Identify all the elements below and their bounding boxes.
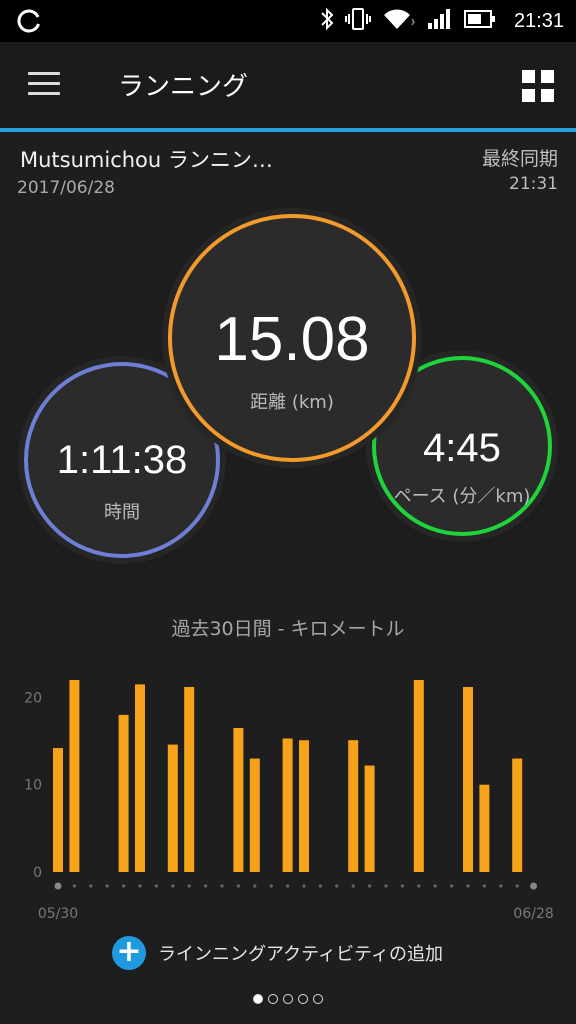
signal-icon — [426, 7, 454, 35]
x-start-label: 05/30 — [38, 906, 78, 922]
day-marker — [530, 882, 538, 890]
day-marker — [54, 882, 62, 890]
pace-label: ペース (分／km) — [393, 486, 531, 507]
chart-bar[interactable] — [249, 758, 260, 872]
y-tick-label: 10 — [24, 778, 42, 794]
day-marker — [433, 884, 437, 888]
y-tick-label: 0 — [33, 865, 42, 881]
chart-bar[interactable] — [135, 684, 145, 872]
page-dot[interactable] — [298, 994, 308, 1004]
chart-bar[interactable] — [282, 738, 293, 872]
day-marker — [368, 884, 372, 888]
page-dot[interactable] — [268, 994, 278, 1004]
chart-bar[interactable] — [463, 686, 473, 872]
day-marker — [384, 884, 388, 888]
chart-bar[interactable] — [413, 680, 424, 872]
add-activity-button[interactable]: + ラインニングアクティビティの追加 — [112, 936, 443, 970]
chart-bar[interactable] — [348, 740, 359, 872]
page-dot[interactable] — [283, 994, 293, 1004]
day-marker — [269, 884, 273, 888]
day-marker — [286, 884, 290, 888]
day-marker — [253, 884, 257, 888]
chart-bar[interactable] — [167, 744, 178, 872]
day-marker — [138, 884, 142, 888]
distance-label: 距離 (km) — [250, 392, 334, 413]
day-marker — [122, 884, 126, 888]
chart-bar[interactable] — [299, 740, 309, 872]
plus-icon: + — [112, 936, 146, 970]
time-value: 1:11:38 — [56, 438, 188, 482]
activity-date: 2017/06/28 — [17, 178, 115, 198]
distance-bar-chart[interactable]: 0 10 20 05/30 06/28 — [0, 660, 576, 930]
sync-icon — [16, 8, 42, 38]
page-dot[interactable] — [253, 994, 263, 1004]
chart-bar[interactable] — [184, 686, 195, 872]
day-marker — [335, 884, 339, 888]
day-marker — [302, 884, 306, 888]
day-marker — [318, 884, 322, 888]
day-marker — [450, 884, 454, 888]
day-marker — [351, 884, 355, 888]
activity-name[interactable]: Mutsumichou ランニン… — [20, 144, 273, 174]
distance-stat-circle[interactable]: 15.08 距離 (km) — [168, 214, 416, 462]
page-dot[interactable] — [313, 994, 323, 1004]
day-marker — [154, 884, 158, 888]
chart-bar[interactable] — [364, 765, 375, 872]
day-marker — [187, 884, 191, 888]
app-bar: ランニング — [0, 42, 576, 128]
pace-value: 4:45 — [423, 426, 501, 470]
bluetooth-icon — [320, 7, 334, 35]
chart-bar[interactable] — [512, 758, 523, 872]
day-marker — [171, 884, 175, 888]
distance-value: 15.08 — [214, 305, 370, 374]
y-tick-label: 20 — [24, 690, 42, 706]
day-marker — [417, 884, 421, 888]
day-marker — [515, 884, 519, 888]
day-marker — [204, 884, 208, 888]
chart-bar[interactable] — [479, 784, 490, 872]
day-marker — [72, 884, 76, 888]
add-activity-label: ラインニングアクティビティの追加 — [158, 944, 443, 965]
menu-icon[interactable] — [28, 72, 60, 96]
status-time: 21:31 — [513, 9, 564, 32]
battery-icon — [463, 8, 496, 34]
page-title: ランニング — [118, 72, 249, 102]
chart-bar[interactable] — [233, 728, 244, 872]
day-marker — [220, 884, 224, 888]
day-marker — [466, 884, 470, 888]
grid-view-icon[interactable] — [522, 70, 554, 102]
page-indicator — [0, 994, 576, 1004]
chart-bar[interactable] — [69, 680, 80, 872]
chart-bar[interactable] — [53, 748, 63, 872]
day-marker — [482, 884, 486, 888]
x-end-label: 06/28 — [513, 906, 553, 922]
vibrate-icon — [344, 7, 372, 35]
day-marker — [89, 884, 93, 888]
last-sync-label: 最終同期 — [481, 148, 558, 170]
chart-title: 過去30日間 - キロメートル — [171, 618, 405, 640]
accent-divider — [0, 128, 576, 132]
day-marker — [400, 884, 404, 888]
day-marker — [236, 884, 240, 888]
status-bar: 21:31 — [0, 0, 576, 42]
last-sync-time: 21:31 — [509, 174, 558, 194]
day-marker — [105, 884, 109, 888]
wifi-icon — [382, 7, 416, 35]
chart-bar[interactable] — [118, 714, 129, 872]
time-label: 時間 — [104, 502, 140, 523]
day-marker — [499, 884, 503, 888]
